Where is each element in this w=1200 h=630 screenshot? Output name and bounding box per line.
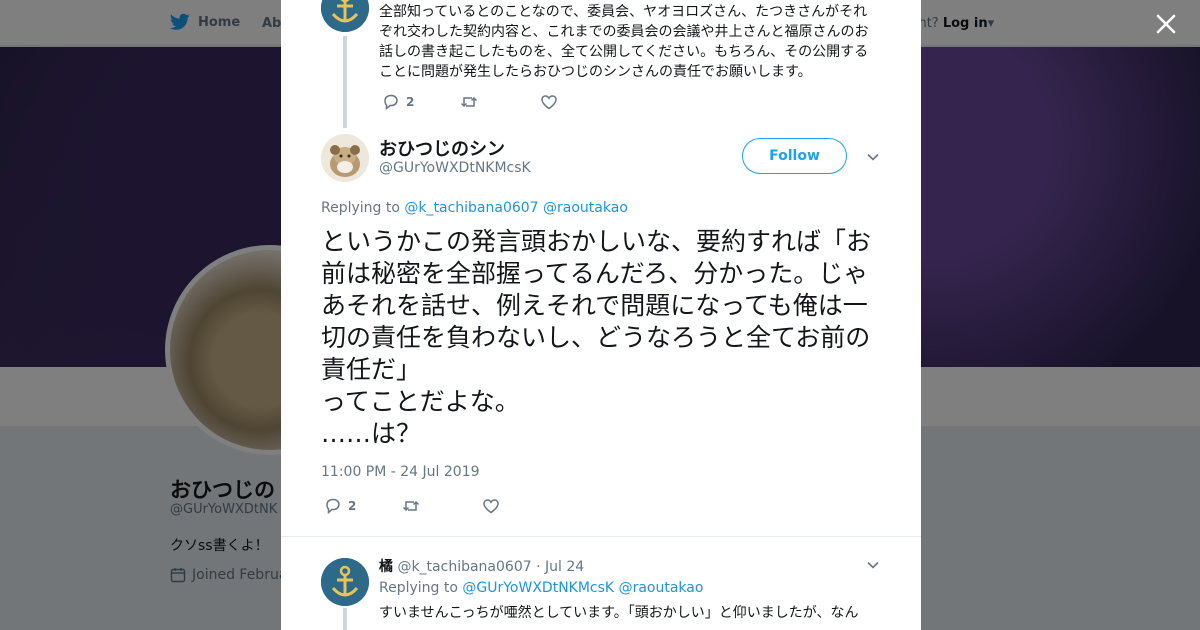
reply-tweet-handle[interactable]: @k_tachibana0607 bbox=[397, 559, 531, 575]
main-tweet-actions: 2 bbox=[324, 497, 500, 515]
main-tweet-name[interactable]: おひつじのシン bbox=[379, 135, 505, 161]
replying-prefix: Replying to bbox=[379, 580, 458, 596]
reply-tweet-date[interactable]: · Jul 24 bbox=[536, 559, 584, 575]
like-button[interactable] bbox=[482, 497, 500, 515]
main-tweet-handle[interactable]: @GUrYoWXDtNKMcsK bbox=[379, 160, 531, 176]
reply-button[interactable]: 2 bbox=[324, 497, 402, 515]
reply-tweet-header: 橘 @k_tachibana0607 · Jul 24 bbox=[379, 556, 584, 576]
replying-prefix: Replying to bbox=[321, 200, 400, 216]
anchor-icon bbox=[321, 558, 369, 606]
reply-tweet-name[interactable]: 橘 bbox=[379, 559, 393, 575]
divider bbox=[281, 536, 921, 537]
ram-avatar-icon bbox=[321, 134, 369, 182]
reply-avatar[interactable] bbox=[321, 558, 369, 606]
reply-count: 2 bbox=[348, 499, 357, 513]
chevron-down-icon[interactable] bbox=[866, 150, 880, 164]
reply-mention-link[interactable]: @k_tachibana0607 bbox=[404, 200, 538, 216]
tweet-timestamp[interactable]: 11:00 PM - 24 Jul 2019 bbox=[321, 464, 480, 480]
replying-to: Replying to @k_tachibana0607 @raoutakao bbox=[321, 200, 628, 216]
main-tweet-avatar[interactable] bbox=[321, 134, 369, 182]
close-icon[interactable] bbox=[1152, 10, 1180, 38]
main-tweet-text: というかこの発言頭おかしいな、要約すれば「お前は秘密を全部握ってるんだろ、分かっ… bbox=[321, 227, 872, 448]
tweet-modal: 全部知っているとのことなので、委員会、ヤオヨロズさん、たつきさんがそれぞれ交わし… bbox=[281, 0, 921, 630]
reply-button[interactable]: 2 bbox=[382, 93, 460, 111]
reply-icon bbox=[326, 498, 340, 515]
anchor-icon bbox=[321, 0, 369, 32]
parent-tweet-actions: 2 bbox=[382, 93, 558, 111]
reply-count: 2 bbox=[406, 95, 415, 109]
reply-mention-link[interactable]: @raoutakao bbox=[543, 200, 628, 216]
retweet-icon bbox=[402, 500, 420, 512]
reply-tweet-text: すいませんこっちが唖然としています。「頭おかしい」と仰いましたが、なん bbox=[379, 605, 859, 621]
retweet-icon bbox=[460, 96, 478, 108]
like-icon bbox=[541, 95, 557, 110]
parent-tweet-text: 全部知っているとのことなので、委員会、ヤオヨロズさん、たつきさんがそれぞれ交わし… bbox=[379, 4, 869, 80]
chevron-down-icon[interactable] bbox=[866, 558, 880, 572]
retweet-button[interactable] bbox=[402, 497, 482, 515]
reply-tweet-replying-to: Replying to @GUrYoWXDtNKMcsK @raoutakao bbox=[379, 580, 703, 596]
reply-mention-link[interactable]: @raoutakao bbox=[619, 580, 704, 596]
parent-avatar[interactable] bbox=[321, 0, 369, 32]
thread-line bbox=[343, 608, 347, 630]
like-button[interactable] bbox=[540, 93, 558, 111]
retweet-button[interactable] bbox=[460, 93, 540, 111]
reply-icon bbox=[384, 94, 398, 111]
reply-mention-link[interactable]: @GUrYoWXDtNKMcsK bbox=[462, 580, 614, 596]
like-icon bbox=[483, 499, 499, 514]
follow-button[interactable]: Follow bbox=[742, 138, 847, 174]
thread-line bbox=[343, 36, 347, 128]
